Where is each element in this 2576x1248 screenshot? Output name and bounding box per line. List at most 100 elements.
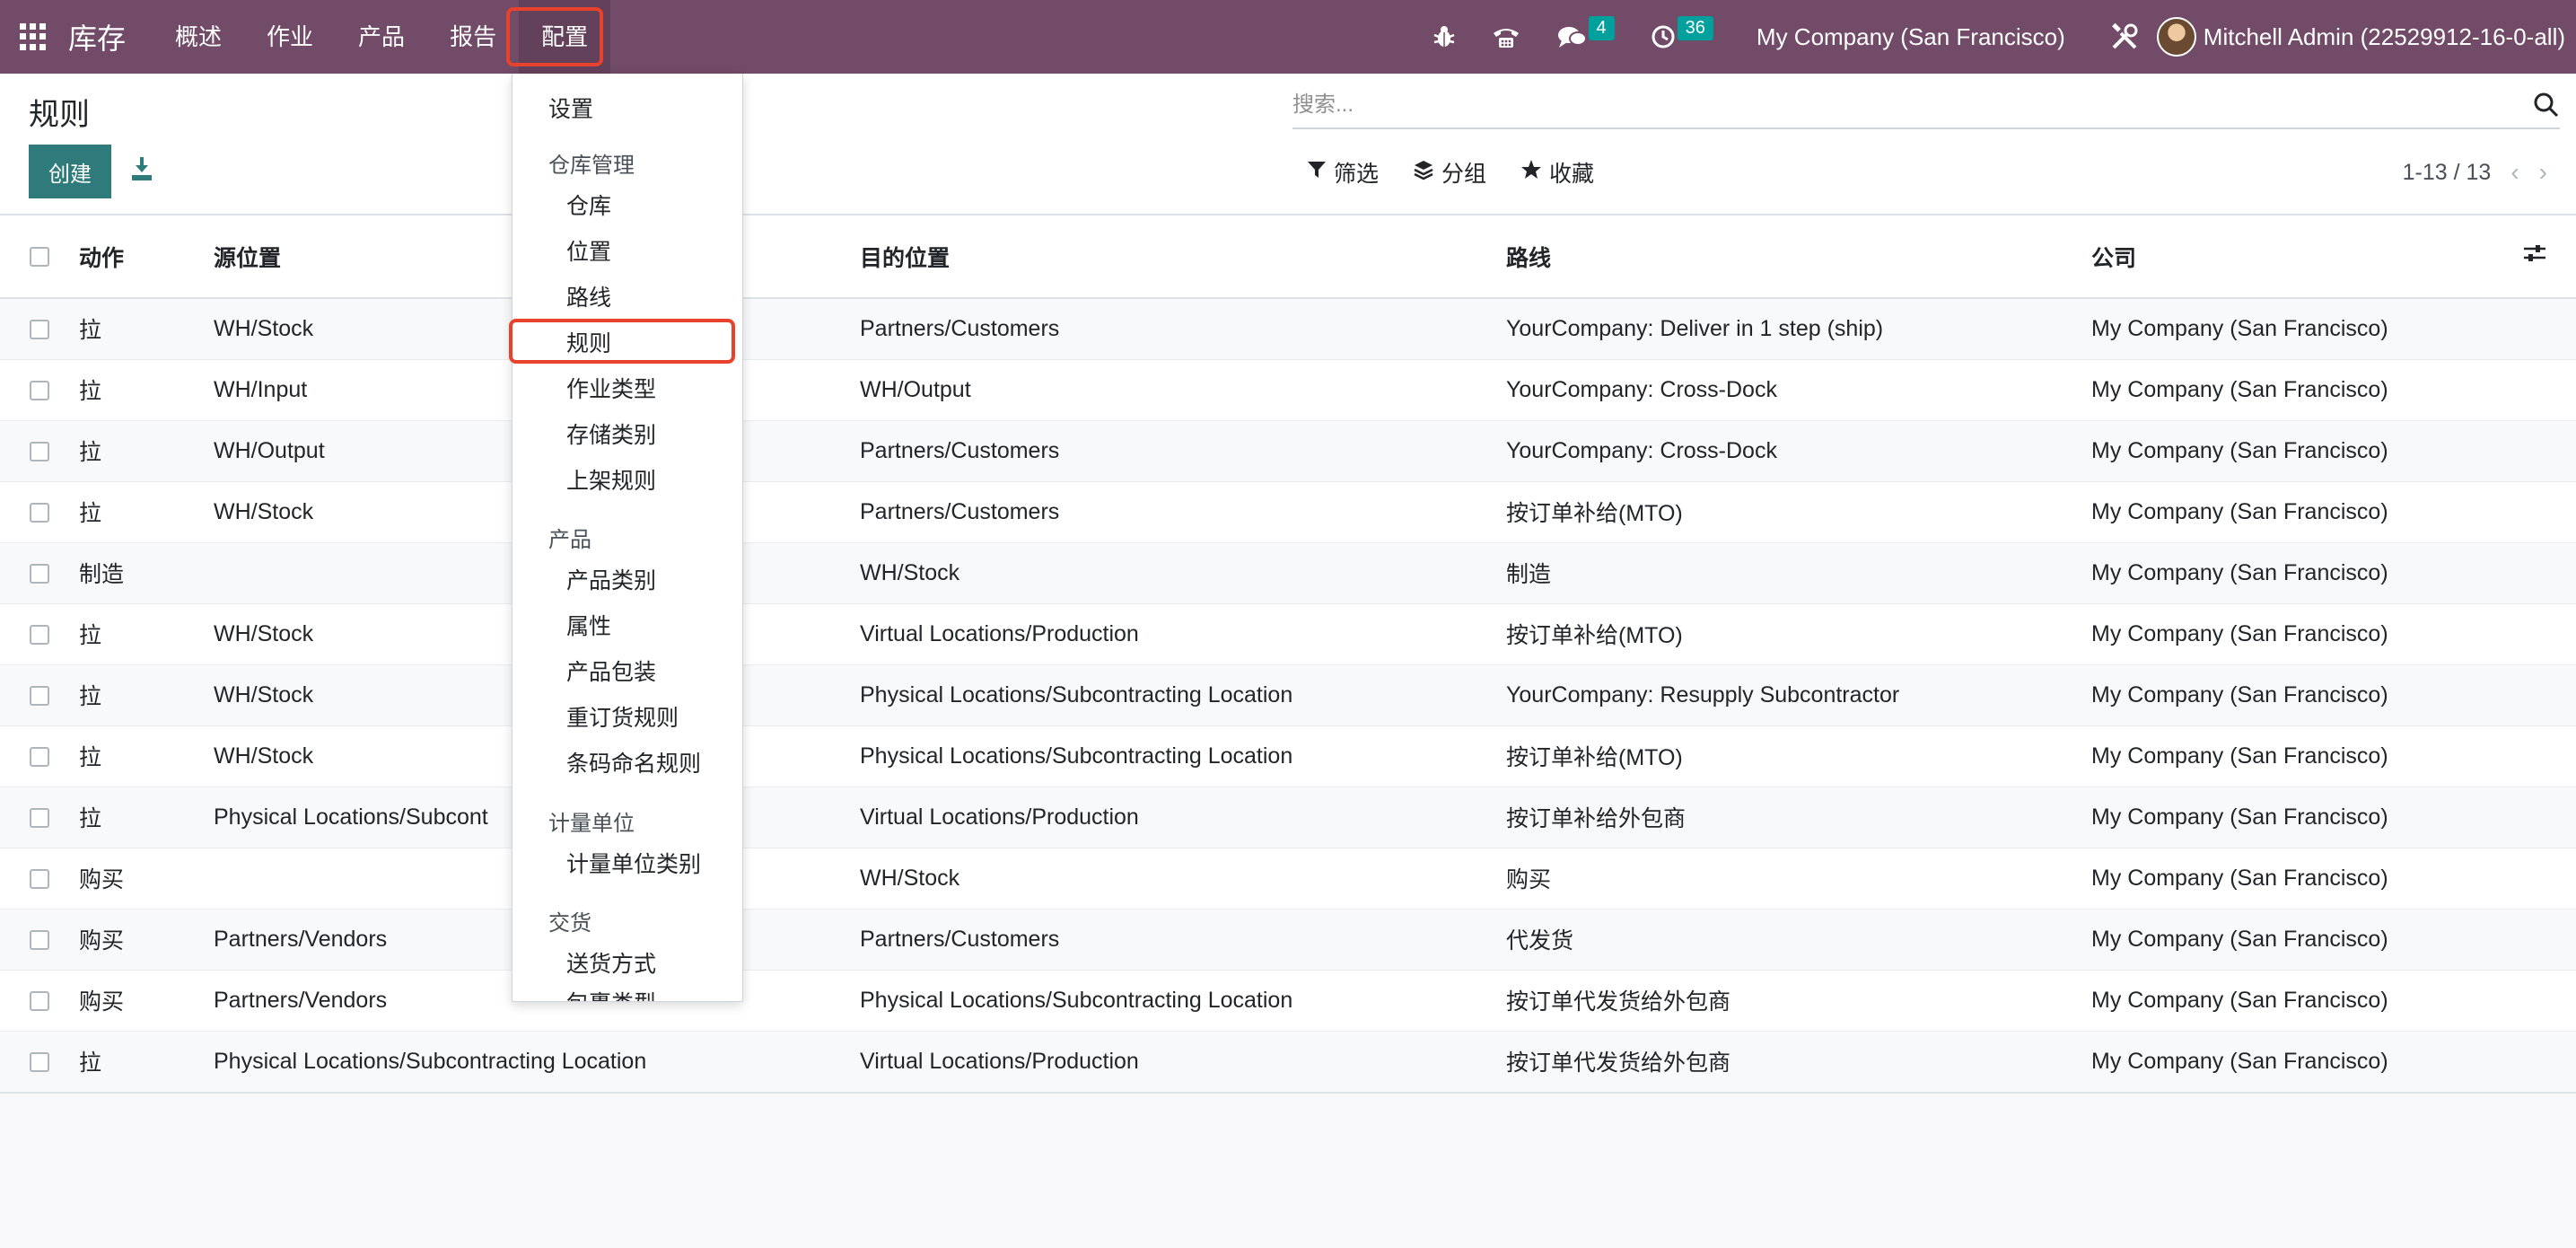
filter-button[interactable]: 筛选 bbox=[1307, 156, 1379, 189]
dd-item-uom-categories[interactable]: 计量单位类别 bbox=[513, 847, 742, 879]
cell-company: My Company (San Francisco) bbox=[2091, 602, 2522, 664]
row-checkbox[interactable] bbox=[30, 929, 49, 950]
dd-item-barcode-nomenclatures[interactable]: 条码命名规则 bbox=[513, 746, 742, 778]
cell-action: 拉 bbox=[79, 602, 214, 664]
dd-item-attributes[interactable]: 属性 bbox=[513, 609, 742, 641]
cell-source: Physical Locations/Subcontracting Locati… bbox=[214, 1030, 860, 1092]
download-icon[interactable] bbox=[129, 154, 154, 183]
cell-company: My Company (San Francisco) bbox=[2091, 969, 2522, 1031]
table-row[interactable]: 拉 Physical Locations/Subcont Virtual Locat… bbox=[0, 786, 2576, 848]
dd-item-packagings[interactable]: 产品包装 bbox=[513, 655, 742, 687]
cell-action: 制造 bbox=[79, 541, 214, 603]
cell-empty bbox=[2522, 602, 2576, 664]
menu-configuration[interactable]: 配置 bbox=[519, 0, 611, 74]
table-row[interactable]: 拉 WH/Stock Physical Locations/Subcontracti… bbox=[0, 725, 2576, 787]
table-row[interactable]: 购买 Partners/Vendors Physical Locations/Sub… bbox=[0, 969, 2576, 1031]
cell-action: 拉 bbox=[79, 664, 214, 725]
table-row[interactable]: 制造 WH/Stock 制造 My Company (San Francisco) bbox=[0, 541, 2576, 603]
row-checkbox[interactable] bbox=[30, 746, 49, 767]
cell-action: 购买 bbox=[79, 847, 214, 909]
company-switcher[interactable]: My Company (San Francisco) bbox=[1757, 23, 2065, 51]
dd-item-reordering-rules[interactable]: 重订货规则 bbox=[513, 700, 742, 733]
cell-action: 拉 bbox=[79, 725, 214, 787]
row-checkbox[interactable] bbox=[30, 441, 49, 461]
group-by-button[interactable]: 分组 bbox=[1413, 156, 1486, 189]
cell-company: My Company (San Francisco) bbox=[2091, 419, 2522, 481]
create-button[interactable]: 创建 bbox=[29, 145, 111, 198]
search-input[interactable] bbox=[1292, 92, 2533, 118]
column-options-icon[interactable] bbox=[2522, 241, 2547, 266]
apps-icon[interactable] bbox=[20, 23, 47, 50]
table-row[interactable]: 拉 WH/Stock Virtual Locations/Production 按订单… bbox=[0, 602, 2576, 664]
layers-icon bbox=[1413, 159, 1434, 187]
chevron-left-icon[interactable]: ‹ bbox=[2510, 158, 2519, 187]
row-checkbox[interactable] bbox=[30, 685, 49, 706]
dd-item-warehouses[interactable]: 仓库 bbox=[513, 189, 742, 221]
dd-item-storage-categories[interactable]: 存储类别 bbox=[513, 417, 742, 450]
table-row[interactable]: 购买 WH/Stock 购买 My Company (San Francisco) bbox=[0, 847, 2576, 909]
dd-settings[interactable]: 设置 bbox=[513, 92, 742, 124]
menu-operations[interactable]: 作业 bbox=[244, 0, 336, 74]
menu-reporting[interactable]: 报告 bbox=[427, 0, 519, 74]
row-checkbox[interactable] bbox=[30, 990, 49, 1011]
cell-route: YourCompany: Deliver in 1 step (ship) bbox=[1506, 297, 2091, 359]
table-row[interactable]: 拉 WH/Input WH/Output YourCompany: Cross-Doc… bbox=[0, 358, 2576, 420]
cell-company: My Company (San Francisco) bbox=[2091, 786, 2522, 848]
header-company[interactable]: 公司 bbox=[2091, 215, 2522, 299]
row-checkbox[interactable] bbox=[30, 807, 49, 828]
cell-action: 购买 bbox=[79, 908, 214, 970]
row-checkbox[interactable] bbox=[30, 868, 49, 889]
pager-value[interactable]: 1-13 / 13 bbox=[2403, 160, 2492, 186]
table-row[interactable]: 拉 Physical Locations/Subcontracting Locat… bbox=[0, 1030, 2576, 1092]
cell-empty bbox=[2522, 358, 2576, 420]
row-checkbox[interactable] bbox=[30, 502, 49, 523]
cell-route: 按订单代发货给外包商 bbox=[1506, 969, 2091, 1031]
clock-icon[interactable]: 36 bbox=[1651, 15, 1713, 49]
menu-products[interactable]: 产品 bbox=[336, 0, 427, 74]
dd-item-operation-types[interactable]: 作业类型 bbox=[513, 372, 742, 404]
table-row[interactable]: 拉 WH/Stock Partners/Customers YourCompany: … bbox=[0, 297, 2576, 359]
cell-empty bbox=[2522, 969, 2576, 1031]
header-route[interactable]: 路线 bbox=[1506, 215, 2091, 299]
cell-destination: Partners/Customers bbox=[860, 480, 1506, 542]
avatar[interactable] bbox=[2156, 17, 2196, 57]
menu-overview[interactable]: 概述 bbox=[153, 0, 244, 74]
dd-item-shipping-methods[interactable]: 送货方式 bbox=[513, 946, 742, 979]
table-row[interactable]: 拉 WH/Output Partners/Customers YourCompany:… bbox=[0, 419, 2576, 481]
table-row[interactable]: 拉 WH/Stock Partners/Customers 按订单补给(MTO) My … bbox=[0, 480, 2576, 542]
phone-icon[interactable] bbox=[1492, 24, 1520, 49]
cell-route: 购买 bbox=[1506, 847, 2091, 909]
app-brand[interactable]: 库存 bbox=[68, 16, 126, 57]
select-all-checkbox[interactable] bbox=[30, 247, 49, 268]
cell-destination: Virtual Locations/Production bbox=[860, 1030, 1506, 1092]
bug-icon[interactable] bbox=[1433, 24, 1456, 49]
row-checkbox[interactable] bbox=[30, 320, 49, 340]
cell-company: My Company (San Francisco) bbox=[2091, 664, 2522, 725]
cell-route: 按订单代发货给外包商 bbox=[1506, 1030, 2091, 1092]
header-action[interactable]: 动作 bbox=[79, 215, 214, 299]
chat-icon[interactable]: 4 bbox=[1556, 15, 1615, 49]
dd-item-routes[interactable]: 路线 bbox=[513, 280, 742, 312]
cell-company: My Company (San Francisco) bbox=[2091, 358, 2522, 420]
row-checkbox[interactable] bbox=[30, 624, 49, 645]
favorites-button[interactable]: 收藏 bbox=[1520, 156, 1594, 189]
cell-destination: Virtual Locations/Production bbox=[860, 602, 1506, 664]
cell-empty bbox=[2522, 786, 2576, 848]
header-destination[interactable]: 目的位置 bbox=[860, 215, 1506, 299]
dd-item-locations[interactable]: 位置 bbox=[513, 234, 742, 267]
dd-item-putaway-rules[interactable]: 上架规则 bbox=[513, 463, 742, 496]
table-row[interactable]: 购买 Partners/Vendors Partners/Customers 代发货 M… bbox=[0, 908, 2576, 970]
row-checkbox[interactable] bbox=[30, 380, 49, 400]
filter-icon bbox=[1307, 160, 1327, 186]
dd-item-product-categories[interactable]: 产品类别 bbox=[513, 563, 742, 595]
dd-item-rules[interactable]: 规则 bbox=[513, 326, 742, 358]
chevron-right-icon[interactable]: › bbox=[2539, 158, 2547, 187]
search-icon[interactable] bbox=[2533, 92, 2560, 119]
tools-icon[interactable] bbox=[2110, 22, 2139, 51]
row-checkbox[interactable] bbox=[30, 563, 49, 584]
control-panel: 规则 创建 筛选 分组 收藏 bbox=[0, 74, 2576, 215]
table-row[interactable]: 拉 WH/Stock Physical Locations/Subcontracti… bbox=[0, 664, 2576, 725]
dd-item-package-types[interactable]: 包裹类型 bbox=[513, 986, 742, 1001]
row-checkbox[interactable] bbox=[30, 1052, 49, 1073]
user-menu[interactable]: Mitchell Admin (22529912-16-0-all) bbox=[2204, 23, 2565, 51]
